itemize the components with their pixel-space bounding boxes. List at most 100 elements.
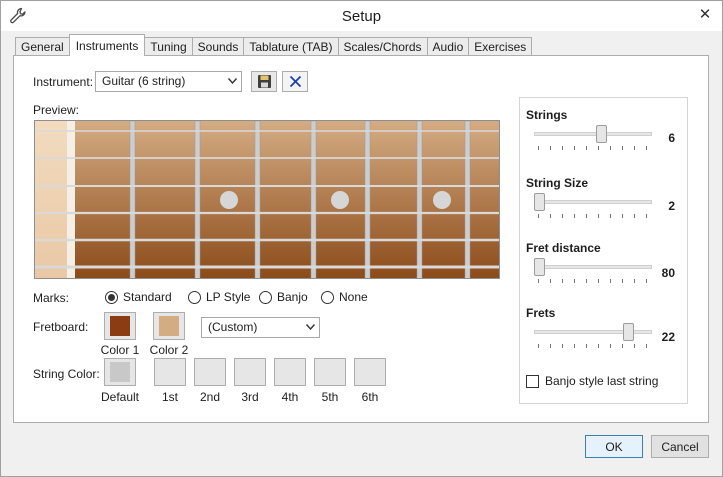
slider-tick <box>622 214 623 218</box>
close-button[interactable]: ✕ <box>688 1 722 27</box>
strings-value: 6 <box>668 131 675 145</box>
fretboard-preset-select[interactable]: (Custom) <box>201 317 320 338</box>
chevron-down-icon <box>306 324 315 330</box>
string-size-slider-thumb[interactable] <box>534 193 545 211</box>
tab-scales-chords[interactable]: Scales/Chords <box>337 37 428 56</box>
strings-slider-track[interactable] <box>534 132 652 136</box>
checkbox-box[interactable] <box>526 374 539 388</box>
slider-tick <box>598 146 599 150</box>
tab-exercises[interactable]: Exercises <box>468 37 533 56</box>
slider-tick <box>538 214 539 218</box>
string-size-label: String Size <box>526 176 589 190</box>
banjo-style-label: Banjo style last string <box>545 374 659 388</box>
string-color-1st-button[interactable] <box>154 358 186 386</box>
frets-slider-thumb[interactable] <box>622 323 634 341</box>
preview-label: Preview: <box>33 103 80 117</box>
slider-tick <box>574 344 575 348</box>
slider-tick <box>562 344 563 348</box>
string-size-slider-ticks <box>538 214 650 218</box>
instrument-select[interactable]: Guitar (6 string) <box>95 71 242 92</box>
instrument-select-value: Guitar (6 string) <box>102 74 186 88</box>
fretboard-color2-button[interactable] <box>153 312 185 340</box>
slider-tick <box>550 279 551 283</box>
x-icon <box>289 75 301 88</box>
slider-tick <box>634 344 635 348</box>
fret-distance-slider-thumb[interactable] <box>534 258 545 276</box>
slider-tick <box>634 146 635 150</box>
floppy-disk-icon <box>257 75 271 88</box>
marks-label: Marks: <box>33 291 69 305</box>
string-color-3rd-button[interactable] <box>234 358 266 386</box>
slider-tick <box>610 344 611 348</box>
slider-tick <box>622 279 623 283</box>
fretboard-preview <box>34 120 500 279</box>
radio-icon <box>259 290 272 304</box>
string-color-5th-button[interactable] <box>314 358 346 386</box>
slider-tick <box>562 279 563 283</box>
tab-tuning[interactable]: Tuning <box>144 37 193 56</box>
slider-tick <box>610 146 611 150</box>
tab-tablature[interactable]: Tablature (TAB) <box>243 37 339 56</box>
slider-tick <box>610 279 611 283</box>
cancel-button[interactable]: Cancel <box>651 435 709 458</box>
slider-tick <box>646 146 647 150</box>
slider-tick <box>646 279 647 283</box>
frets-slider-ticks <box>538 344 650 348</box>
title-bar: Setup ✕ <box>1 1 722 31</box>
banjo-style-checkbox[interactable]: Banjo style last string <box>526 374 658 388</box>
marks-radio-none[interactable]: None <box>321 290 368 304</box>
slider-tick <box>550 146 551 150</box>
slider-tick <box>574 146 575 150</box>
frets-value: 22 <box>661 330 675 344</box>
fretboard-color1-caption: Color 1 <box>100 343 140 357</box>
fretboard-drawing <box>35 121 499 278</box>
slider-tick <box>586 146 587 150</box>
slider-tick <box>646 214 647 218</box>
ok-button[interactable]: OK <box>585 435 643 458</box>
strings-label: Strings <box>526 108 568 122</box>
string-color-6th-button[interactable] <box>354 358 386 386</box>
slider-tick <box>574 214 575 218</box>
marks-radio-standard[interactable]: Standard <box>105 290 172 304</box>
tab-instruments[interactable]: Instruments <box>68 34 146 56</box>
fret-distance-slider-track[interactable] <box>534 265 652 269</box>
color-swatch <box>159 316 179 336</box>
fretboard-label: Fretboard: <box>33 320 89 334</box>
string-color-2nd-button[interactable] <box>194 358 226 386</box>
fretboard-color2-caption: Color 2 <box>149 343 189 357</box>
string-color-default-button[interactable] <box>104 358 136 386</box>
strings-slider-ticks <box>538 146 650 150</box>
marks-radio-lp-style[interactable]: LP Style <box>188 290 250 304</box>
marks-radio-banjo[interactable]: Banjo <box>259 290 308 304</box>
string-color-default-caption: Default <box>100 390 140 404</box>
strings-slider-thumb[interactable] <box>596 125 608 143</box>
fretboard-color1-button[interactable] <box>104 312 136 340</box>
tab-general[interactable]: General <box>15 37 70 56</box>
string-color-4th-button[interactable] <box>274 358 306 386</box>
slider-tick <box>598 344 599 348</box>
slider-tick <box>550 214 551 218</box>
slider-tick <box>622 146 623 150</box>
radio-icon <box>188 290 201 304</box>
slider-tick <box>574 279 575 283</box>
tab-audio[interactable]: Audio <box>426 37 470 56</box>
slider-tick <box>598 279 599 283</box>
marks-option-label: None <box>339 290 368 304</box>
tab-strip: General Instruments Tuning Sounds Tablat… <box>15 34 533 56</box>
frets-slider-track[interactable] <box>534 330 652 334</box>
delete-instrument-button[interactable] <box>282 71 308 92</box>
string-size-value: 2 <box>668 199 675 213</box>
tab-sounds[interactable]: Sounds <box>191 37 245 56</box>
window-title: Setup <box>341 8 382 25</box>
slider-tick <box>562 214 563 218</box>
setup-window: Setup ✕ General Instruments Tuning Sound… <box>0 0 723 477</box>
string-color-caption: 6th <box>361 390 379 404</box>
string-size-slider-track[interactable] <box>534 200 652 204</box>
slider-tick <box>622 344 623 348</box>
save-instrument-button[interactable] <box>251 71 277 92</box>
radio-selected-icon <box>105 290 118 304</box>
slider-tick <box>562 146 563 150</box>
marks-option-label: LP Style <box>206 290 251 304</box>
slider-tick <box>646 344 647 348</box>
slider-tick <box>538 344 539 348</box>
